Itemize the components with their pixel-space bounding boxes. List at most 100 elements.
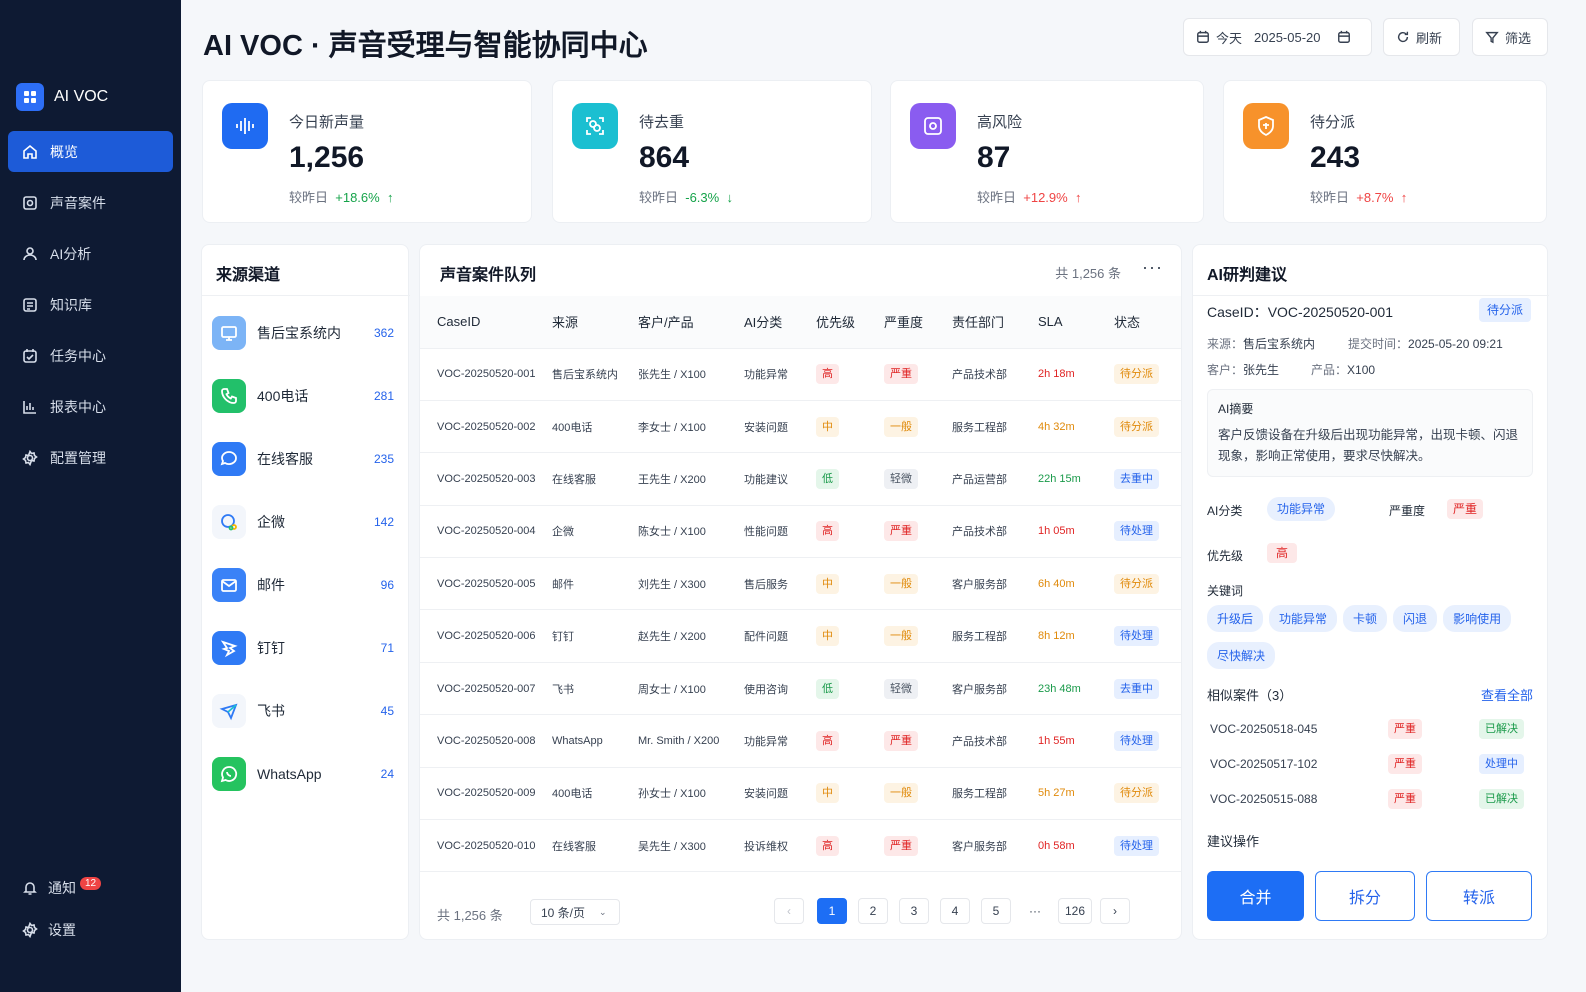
source-item[interactable]: 邮件 96 xyxy=(212,565,394,605)
stat-card-dedup[interactable]: 待去重 864 较昨日 -6.3% ↓ xyxy=(552,80,872,223)
column-header[interactable]: SLA xyxy=(1038,296,1114,349)
stat-value: 1,256 xyxy=(289,141,365,174)
stat-value: 243 xyxy=(1310,141,1361,174)
keyword-tag[interactable]: 闪退 xyxy=(1393,605,1438,632)
sidebar-item-tasks[interactable]: 任务中心 xyxy=(8,335,173,376)
column-header[interactable]: 客户/产品 xyxy=(638,296,744,349)
column-header[interactable]: 状态 xyxy=(1114,296,1181,349)
severity-tag: 一般 xyxy=(884,783,918,804)
customer-cell: 刘先生 / X300 xyxy=(638,557,744,611)
case-id-cell: VOC-20250520-001 xyxy=(420,348,552,401)
case-id-cell: VOC-20250520-006 xyxy=(420,609,552,663)
ai-summary-box: AI摘要 客户反馈设备在升级后出现功能异常，出现卡顿、闪退现象，影响正常使用，要… xyxy=(1207,389,1533,477)
queue-title: 声音案件队列 xyxy=(440,267,537,284)
today-label: 今天 xyxy=(1216,30,1243,46)
prev-page-button[interactable]: ‹ xyxy=(774,898,804,924)
table-row[interactable]: VOC-20250520-002 400电话 李女士 / X100 安装问题中 一般 服务… xyxy=(420,400,1181,454)
page-button[interactable]: 1 xyxy=(817,898,847,924)
keyword-tag[interactable]: 升级后 xyxy=(1207,605,1264,632)
stat-card-high-risk[interactable]: 高风险 87 较昨日 +12.9% ↑ xyxy=(890,80,1204,223)
more-icon[interactable]: ··· xyxy=(1142,257,1163,278)
page-title: AI VOC · 声音受理与智能协同中心 xyxy=(203,30,648,62)
brand[interactable]: AI VOC xyxy=(16,83,108,111)
next-page-button[interactable]: › xyxy=(1100,898,1130,924)
table-row[interactable]: VOC-20250520-001 售后宝系统内 张先生 / X100 功能异常高 严重 产… xyxy=(420,348,1181,401)
column-header[interactable]: 优先级 xyxy=(816,296,884,349)
similar-case-row[interactable]: VOC-20250518-045 严重 已解决 xyxy=(1193,717,1549,745)
source-item[interactable]: 400电话 281 xyxy=(212,376,394,416)
severity-label: 严重度 xyxy=(1389,504,1426,518)
keyword-tag[interactable]: 影响使用 xyxy=(1443,605,1512,632)
sidebar-item-ai-analysis[interactable]: AI分析 xyxy=(8,233,173,274)
main-content: AI VOC · 声音受理与智能协同中心 今天 2025-05-20 刷新 筛选… xyxy=(181,0,1586,992)
table-row[interactable]: VOC-20250520-003 在线客服 王先生 / X200 功能建议低 轻微 产品运… xyxy=(420,452,1181,506)
keyword-tag[interactable]: 功能异常 xyxy=(1269,605,1338,632)
keyword-tag[interactable]: 卡顿 xyxy=(1343,605,1388,632)
source-item[interactable]: 企微 142 xyxy=(212,502,394,542)
page-button[interactable]: ··· xyxy=(1020,898,1050,924)
source-item[interactable]: 钉钉 71 xyxy=(212,628,394,668)
view-all-link[interactable]: 查看全部 xyxy=(1481,685,1533,704)
column-header[interactable]: 来源 xyxy=(552,296,638,349)
stat-card-pending-assign[interactable]: 待分派 243 较昨日 +8.7% ↑ xyxy=(1223,80,1547,223)
report-icon xyxy=(23,400,36,414)
table-row[interactable]: VOC-20250520-010 在线客服 吴先生 / X300 投诉维权高 严重 客户服… xyxy=(420,819,1181,873)
task-icon xyxy=(23,348,37,363)
category-cell: 安装问题 xyxy=(744,767,816,821)
table-row[interactable]: VOC-20250520-005 邮件 刘先生 / X300 售后服务中 一般 客户服务部… xyxy=(420,557,1181,611)
table-row[interactable]: VOC-20250520-004 企微 陈女士 / X100 性能问题高 严重 产品技术部… xyxy=(420,505,1181,559)
page-button[interactable]: 126 xyxy=(1058,898,1092,924)
page-size-select[interactable]: 10 条/页 ⌄ xyxy=(530,899,620,925)
severity-tag: 一般 xyxy=(884,626,918,647)
priority-cell: 高 xyxy=(816,348,884,401)
stat-card-new-volume[interactable]: 今日新声量 1,256 较昨日 +18.6% ↑ xyxy=(202,80,532,223)
column-header[interactable]: CaseID xyxy=(420,296,552,349)
sidebar-item-reports[interactable]: 报表中心 xyxy=(8,386,173,427)
table-row[interactable]: VOC-20250520-008 WhatsApp Mr. Smith / X200… xyxy=(420,714,1181,768)
customer-cell: 赵先生 / X200 xyxy=(638,609,744,663)
filter-button[interactable]: 筛选 xyxy=(1472,18,1548,56)
refresh-button[interactable]: 刷新 xyxy=(1383,18,1460,56)
source-item[interactable]: WhatsApp 24 xyxy=(212,754,394,794)
source-cell: 售后宝系统内 xyxy=(552,348,638,401)
keyword-tag[interactable]: 尽快解决 xyxy=(1207,642,1276,669)
merge-button[interactable]: 合并 xyxy=(1207,871,1304,921)
severity-tag: 轻微 xyxy=(884,468,918,489)
notify-link[interactable]: 通知 12 xyxy=(22,876,162,898)
similar-case-row[interactable]: VOC-20250517-102 严重 处理中 xyxy=(1193,752,1549,780)
source-item[interactable]: 飞书 45 xyxy=(212,691,394,731)
dept-cell: 产品技术部 xyxy=(952,348,1038,401)
source-cell: 在线客服 xyxy=(552,819,638,873)
table-row[interactable]: VOC-20250520-007 飞书 周女士 / X100 使用咨询低 轻微 客户服务部… xyxy=(420,662,1181,716)
sidebar-item-overview[interactable]: 概览 xyxy=(8,131,173,172)
stat-compare: 较昨日 +12.9% ↑ xyxy=(977,190,1082,205)
table-row[interactable]: VOC-20250520-009 400电话 孙女士 / X100 安装问题中 一般 服务… xyxy=(420,767,1181,821)
settings-link[interactable]: 设置 xyxy=(22,920,162,940)
page-button[interactable]: 2 xyxy=(858,898,888,924)
split-button[interactable]: 拆分 xyxy=(1315,871,1415,921)
column-header[interactable]: 严重度 xyxy=(884,296,952,349)
status-cell: 待分派 xyxy=(1114,767,1181,821)
app-logo-icon xyxy=(16,83,44,111)
similar-status-tag: 已解决 xyxy=(1479,789,1524,809)
severity-cell: 严重 xyxy=(884,714,952,768)
similar-case-row[interactable]: VOC-20250515-088 严重 已解决 xyxy=(1193,787,1549,815)
source-item[interactable]: 售后宝系统内 362 xyxy=(212,313,394,353)
source-item[interactable]: 在线客服 235 xyxy=(212,439,394,479)
table-row[interactable]: VOC-20250520-006 钉钉 赵先生 / X200 配件问题中 一般 服务工程部… xyxy=(420,609,1181,663)
column-header[interactable]: 责任部门 xyxy=(952,296,1038,349)
source-cell: 飞书 xyxy=(552,662,638,716)
sidebar-item-config[interactable]: 配置管理 xyxy=(8,437,173,478)
customer-cell: 李女士 / X100 xyxy=(638,400,744,454)
page-button[interactable]: 4 xyxy=(940,898,970,924)
reassign-button[interactable]: 转派 xyxy=(1426,871,1532,921)
date-picker[interactable]: 今天 2025-05-20 xyxy=(1183,18,1372,56)
category-tag: 功能异常 xyxy=(1267,497,1336,521)
category-cell: 性能问题 xyxy=(744,505,816,559)
page-button[interactable]: 3 xyxy=(899,898,929,924)
sidebar-item-knowledge[interactable]: 知识库 xyxy=(8,284,173,325)
page-button[interactable]: 5 xyxy=(981,898,1011,924)
column-header[interactable]: AI分类 xyxy=(744,296,816,349)
sidebar-item-cases[interactable]: 声音案件 xyxy=(8,182,173,223)
source-count: 235 xyxy=(373,452,394,466)
